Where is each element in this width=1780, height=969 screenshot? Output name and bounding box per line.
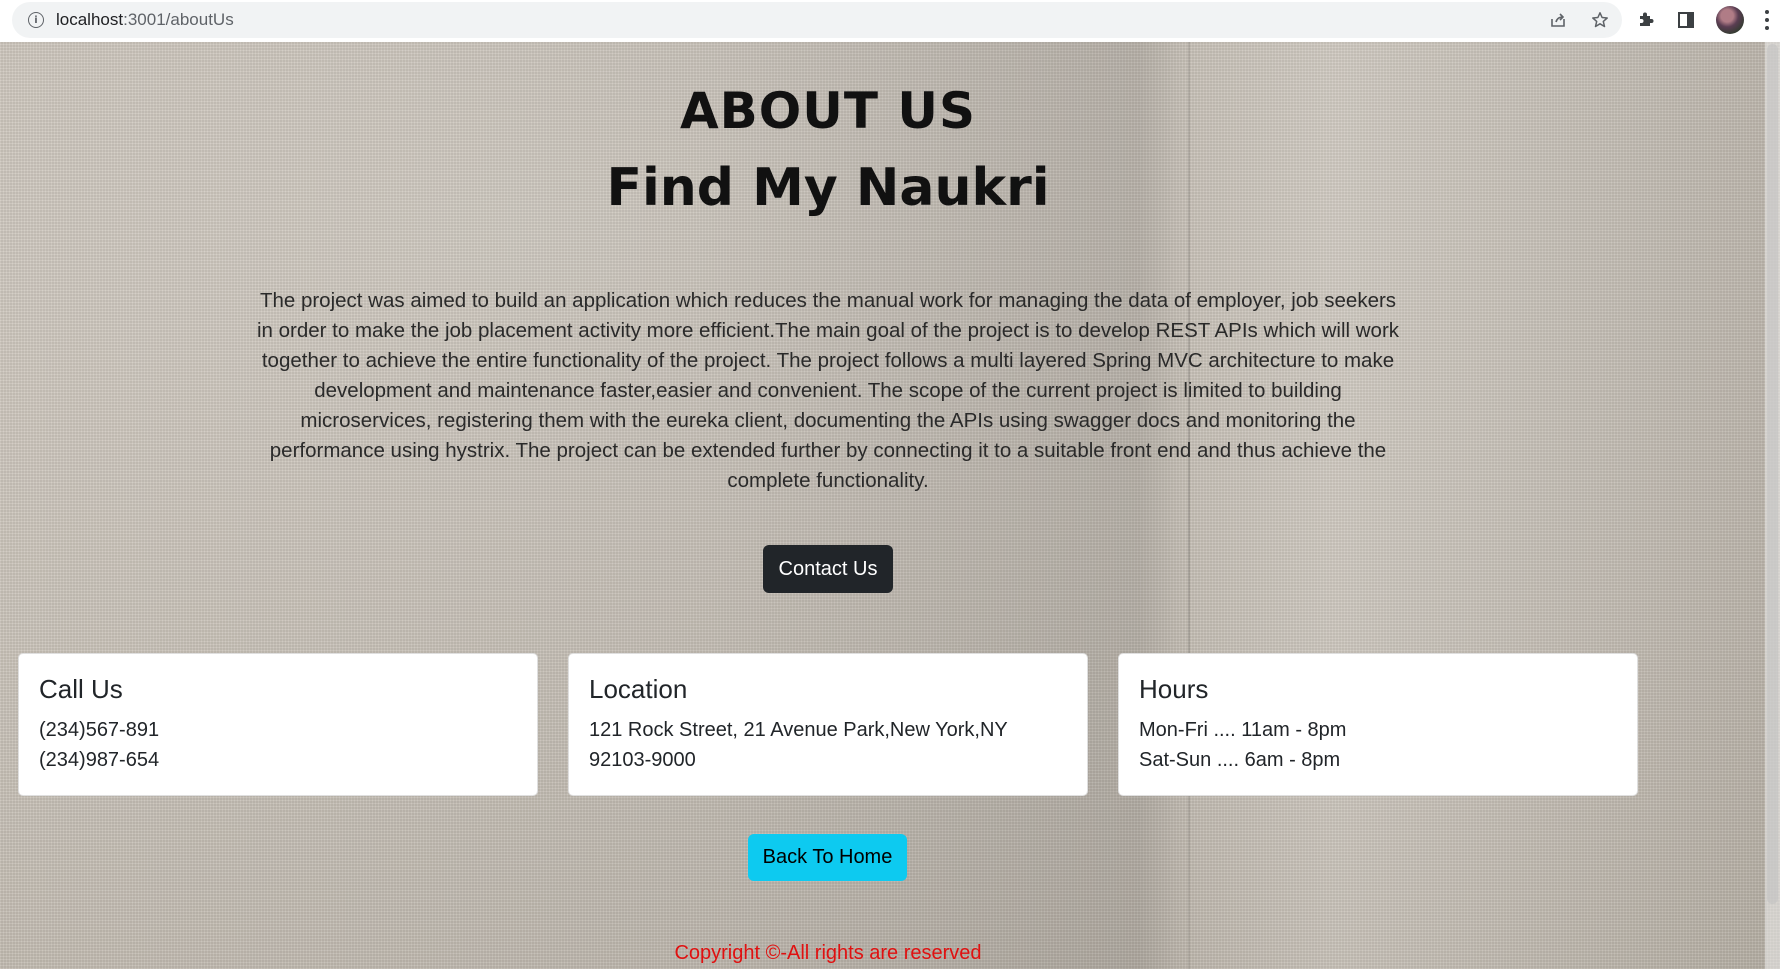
contact-us-button[interactable]: Contact Us	[763, 545, 893, 593]
scrollbar-thumb[interactable]	[1767, 44, 1778, 904]
copyright-text: Copyright ©-All rights are reserved	[674, 942, 982, 964]
menu-icon[interactable]	[1764, 10, 1770, 30]
share-icon[interactable]	[1548, 10, 1568, 30]
info-icon[interactable]: i	[28, 12, 44, 28]
call-us-card: Call Us (234)567-891 (234)987-654	[18, 653, 538, 796]
profile-avatar[interactable]	[1716, 6, 1744, 34]
location-title: Location	[589, 674, 688, 704]
scrollbar[interactable]	[1765, 42, 1780, 969]
hours-card: Hours Mon-Fri .... 11am - 8pm Sat-Sun ..…	[1118, 653, 1638, 796]
site-name: Find My Naukri	[606, 158, 1050, 218]
browser-toolbar: i localhost:3001/aboutUs	[0, 0, 1780, 42]
weekday-hours: Mon-Fri .... 11am - 8pm	[1139, 719, 1347, 741]
url-host: localhost	[56, 10, 124, 29]
weekend-hours: Sat-Sun .... 6am - 8pm	[1139, 749, 1341, 771]
page-title: ABOUT US	[679, 82, 977, 140]
url-path: :3001/aboutUs	[123, 10, 234, 29]
hours-title: Hours	[1139, 674, 1209, 704]
phone-number: (234)987-654	[39, 749, 160, 771]
address-bar[interactable]: i localhost:3001/aboutUs	[12, 2, 1622, 38]
url-text[interactable]: localhost:3001/aboutUs	[56, 10, 234, 30]
page-viewport: ABOUT US Find My Naukri The project was …	[0, 42, 1780, 969]
extensions-icon[interactable]	[1636, 10, 1656, 30]
address-text: 121 Rock Street, 21 Avenue Park,New York…	[589, 719, 1008, 771]
star-icon[interactable]	[1590, 10, 1610, 30]
back-to-home-button[interactable]: Back To Home	[748, 834, 907, 881]
call-us-title: Call Us	[39, 674, 123, 704]
phone-number: (234)567-891	[39, 719, 160, 741]
side-panel-icon[interactable]	[1676, 10, 1696, 30]
project-description: The project was aimed to build an applic…	[256, 289, 1400, 492]
location-card: Location 121 Rock Street, 21 Avenue Park…	[568, 653, 1088, 796]
